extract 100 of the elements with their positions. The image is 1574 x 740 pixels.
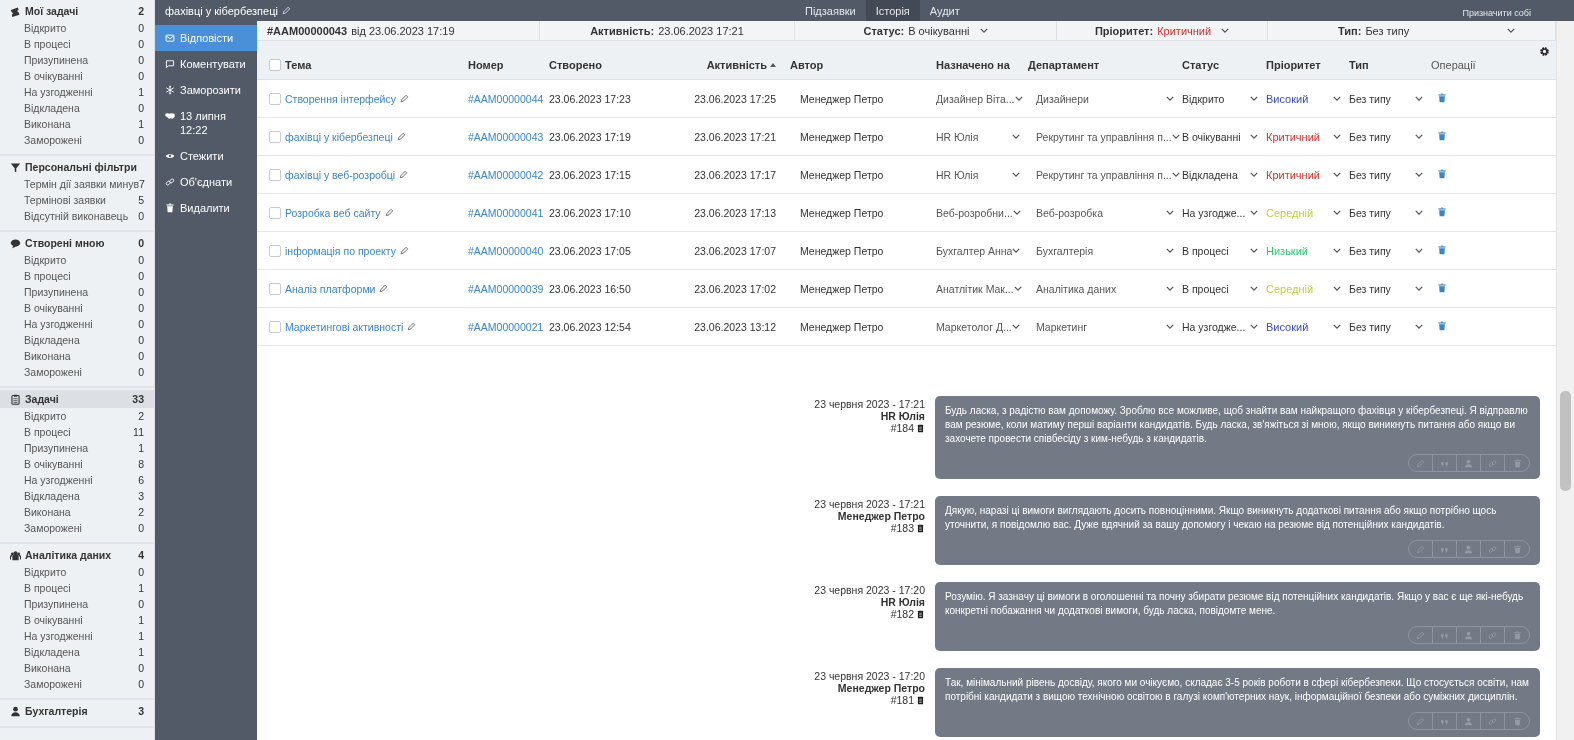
status-dropdown[interactable]: В процесі xyxy=(1182,244,1229,257)
sidebar-item[interactable]: Відкладена xyxy=(24,102,139,114)
row-checkbox[interactable] xyxy=(269,320,281,333)
type-dropdown[interactable]: Без типу xyxy=(1349,130,1391,143)
sidebar-item[interactable]: На узгодженні xyxy=(24,318,139,330)
select-all-checkbox[interactable] xyxy=(269,59,281,71)
type-dropdown[interactable]: Без типу xyxy=(1349,168,1391,181)
sidebar-item[interactable]: Відкрито xyxy=(24,22,139,34)
tab[interactable]: Історія xyxy=(865,0,920,21)
row-checkbox[interactable] xyxy=(269,206,281,219)
row-checkbox[interactable] xyxy=(269,168,281,181)
sidebar-item[interactable]: В процесі xyxy=(24,38,139,50)
subject-link[interactable]: фахівці у веб-розробці xyxy=(285,168,396,181)
column-header[interactable]: Статус xyxy=(1182,59,1220,71)
sidebar-item[interactable]: На узгодженні xyxy=(24,474,139,486)
priority-dropdown[interactable]: Високий xyxy=(1266,92,1309,105)
department-dropdown[interactable]: Дизайнери xyxy=(1036,92,1089,105)
assignee-dropdown[interactable]: Анатлітик Мак... xyxy=(936,282,1014,295)
column-header[interactable]: Назначено на xyxy=(936,59,1010,71)
assignee-dropdown[interactable]: Веб-розробни... xyxy=(936,206,1013,219)
status-dropdown[interactable]: Відкладена xyxy=(1182,168,1238,181)
sidebar-item[interactable]: Відкладена xyxy=(24,334,139,346)
status-dropdown[interactable]: Відкрито xyxy=(1182,92,1225,105)
sidebar-item[interactable]: В процесі xyxy=(24,270,139,282)
subject-link[interactable]: Аналіз платформи xyxy=(285,282,376,295)
type-dropdown[interactable]: Без типу xyxy=(1349,206,1391,219)
department-dropdown[interactable]: Рекрутинг та управління п... xyxy=(1036,130,1172,143)
department-dropdown[interactable]: Бухгалтерія xyxy=(1036,244,1094,257)
tab[interactable]: Підзаявки xyxy=(795,0,866,21)
subject-link[interactable]: Маркетингові активності xyxy=(285,320,404,333)
assignee-dropdown[interactable]: HR Юлія xyxy=(936,168,979,181)
row-checkbox[interactable] xyxy=(269,92,281,105)
ticket-number-link[interactable]: #AAM00000044 xyxy=(468,92,544,105)
sidebar-item[interactable]: Виконана xyxy=(24,506,139,518)
ticket-number-link[interactable]: #AAM00000041 xyxy=(468,206,544,219)
sidebar-item[interactable]: Призупинена xyxy=(24,54,139,66)
column-header[interactable]: Активність xyxy=(706,59,767,71)
department-dropdown[interactable]: Аналітика даних xyxy=(1036,282,1117,295)
type-dropdown[interactable]: Без типу xyxy=(1349,282,1391,295)
scrollbar[interactable] xyxy=(1556,21,1574,740)
sidebar-item[interactable]: В процесі xyxy=(24,426,134,438)
sidebar-group-header[interactable]: Створені мною 0 xyxy=(0,234,154,252)
sidebar-item[interactable]: Термін дії заявки минув xyxy=(24,178,140,190)
ticket-number-link[interactable]: #AAM00000043 xyxy=(468,130,544,143)
sidebar-item[interactable]: Відкладена xyxy=(24,490,139,502)
status-dropdown[interactable]: В очікуванні xyxy=(1182,130,1241,143)
action-menu-item[interactable]: Видалити xyxy=(155,195,257,221)
action-menu-item[interactable]: Стежити xyxy=(155,143,257,169)
sidebar-item[interactable]: Виконана xyxy=(24,118,139,130)
ticket-number-link[interactable]: #AAM00000039 xyxy=(468,282,544,295)
ticket-number-link[interactable]: #AAM00000042 xyxy=(468,168,544,181)
type-dropdown[interactable]: Без типу xyxy=(1349,244,1391,257)
row-checkbox[interactable] xyxy=(269,244,281,257)
action-menu-item[interactable]: Об'єднати xyxy=(155,169,257,195)
column-header[interactable]: Пріоритет xyxy=(1266,59,1321,71)
department-dropdown[interactable]: Веб-розробка xyxy=(1036,206,1103,219)
tab[interactable]: Аудит xyxy=(919,0,970,21)
sidebar-item[interactable]: Виконана xyxy=(24,350,139,362)
sidebar-item[interactable]: Призупинена xyxy=(24,286,139,298)
priority-dropdown[interactable]: Високий xyxy=(1266,320,1309,333)
column-header[interactable]: Автор xyxy=(790,59,824,71)
sidebar-group-header[interactable]: Мої задачі 2 xyxy=(0,2,154,20)
sidebar-item[interactable]: Призупинена xyxy=(24,442,139,454)
sidebar-group-header[interactable]: Аналітика даних 4 xyxy=(0,546,154,564)
row-checkbox[interactable] xyxy=(269,282,281,295)
sidebar-group-header[interactable]: Бухгалтерія 3 xyxy=(0,702,154,720)
priority-dropdown[interactable]: Критичний xyxy=(1157,24,1212,37)
department-dropdown[interactable]: Рекрутинг та управління п... xyxy=(1036,168,1172,181)
status-dropdown[interactable]: На узгодже... xyxy=(1182,320,1246,333)
action-menu-item[interactable]: Коментувати xyxy=(155,51,257,77)
assignee-dropdown[interactable]: HR Юлія xyxy=(936,130,979,143)
row-checkbox[interactable] xyxy=(269,130,281,143)
column-header[interactable]: Тип xyxy=(1349,59,1369,71)
sidebar-item[interactable]: Відкладена xyxy=(24,646,139,658)
column-header[interactable]: Номер xyxy=(468,59,504,71)
column-header[interactable]: Тема xyxy=(285,59,312,71)
ticket-number-link[interactable]: #AAM00000040 xyxy=(468,244,544,257)
subject-link[interactable]: Створення інтерфейсу xyxy=(285,92,396,105)
status-dropdown[interactable]: В очікуванні xyxy=(908,24,970,37)
type-dropdown[interactable]: Без типу xyxy=(1349,320,1391,333)
priority-dropdown[interactable]: Критичний xyxy=(1266,130,1320,143)
assign-to-me-button[interactable]: Призначити собі xyxy=(1456,3,1537,18)
sidebar-item[interactable]: В очікуванні xyxy=(24,70,139,82)
sidebar-item[interactable]: Відкрито xyxy=(24,566,139,578)
sidebar-group-header[interactable]: Задачі 33 xyxy=(0,390,154,408)
sidebar-item[interactable]: Заморожені xyxy=(24,366,139,378)
sidebar-item[interactable]: Призупинена xyxy=(24,598,139,610)
sidebar-item[interactable]: Заморожені xyxy=(24,678,139,690)
column-header[interactable]: Створено xyxy=(549,59,602,71)
sidebar-item[interactable]: Відкрито xyxy=(24,410,139,422)
subject-link[interactable]: Розробка веб сайту xyxy=(285,206,381,219)
sidebar-item[interactable]: В процесі xyxy=(24,582,139,594)
type-dropdown[interactable]: Без типу xyxy=(1365,24,1410,37)
department-dropdown[interactable]: Маркетинг xyxy=(1036,320,1088,333)
sidebar-item[interactable]: Відкрито xyxy=(24,254,139,266)
sidebar-group-header[interactable]: Персональні фільтри xyxy=(0,158,154,176)
sidebar-item[interactable]: На узгодженні xyxy=(24,86,139,98)
action-menu-item[interactable]: Заморозити xyxy=(155,77,257,103)
sidebar-item[interactable]: Заморожені xyxy=(24,134,139,146)
sidebar-item[interactable]: Заморожені xyxy=(24,522,139,534)
